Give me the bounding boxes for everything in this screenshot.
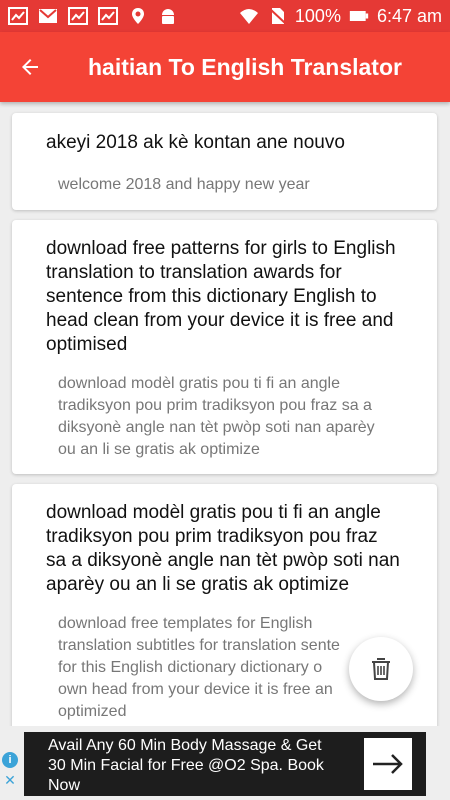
- ad-content[interactable]: Avail Any 60 Min Body Massage & Get 30 M…: [24, 732, 426, 796]
- battery-icon: [349, 11, 369, 21]
- translation-line: tradiksyon pou prim tradiksyon pou fraz …: [58, 397, 372, 414]
- source-line: download modèl gratis pou ti fi an angle: [46, 502, 381, 523]
- translation-list: akeyi 2018 ak kè kontan ane nouvo welcom…: [0, 102, 450, 726]
- translation-line: translation subtitles for translation se…: [58, 637, 340, 654]
- source-line: aparèy ou an li se gratis ak optimize: [46, 574, 350, 595]
- ad-info-icon[interactable]: i: [2, 752, 18, 768]
- chart-icon: [98, 7, 118, 25]
- source-line: sentence from this dictionary English to: [46, 286, 377, 307]
- translation-text: welcome 2018 and happy new year: [12, 155, 437, 196]
- translation-card[interactable]: download free patterns for girls to Engl…: [12, 220, 437, 474]
- source-text: download free patterns for girls to Engl…: [12, 220, 437, 357]
- ad-text[interactable]: Avail Any 60 Min Body Massage & Get 30 M…: [48, 736, 358, 796]
- source-line: optimised: [46, 334, 128, 355]
- translation-line: for this English dictionary dictionary o: [58, 659, 323, 676]
- ad-line: Avail Any 60 Min Body Massage & Get: [48, 737, 322, 754]
- location-icon: [132, 8, 144, 24]
- translation-line: download free templates for English: [58, 615, 313, 632]
- status-bar: 100% 6:47 am: [0, 0, 450, 32]
- ad-line: 30 Min Facial for Free @O2 Spa. Book: [48, 757, 324, 774]
- translation-text: download modèl gratis pou ti fi an angle…: [12, 357, 437, 461]
- translation-line: own head from your device it is free an: [58, 681, 333, 698]
- translation-line: optimized: [58, 703, 127, 720]
- translation-card[interactable]: akeyi 2018 ak kè kontan ane nouvo welcom…: [12, 113, 437, 210]
- arrow-right-icon: [373, 754, 403, 774]
- source-line: head clean from your device it is free a…: [46, 310, 394, 331]
- chart-icon: [8, 7, 28, 25]
- arrow-back-icon: [22, 59, 38, 75]
- page-title: haitian To English Translator: [88, 53, 402, 80]
- battery-level: 100%: [294, 5, 341, 26]
- delete-button[interactable]: [349, 637, 413, 701]
- translation-line: welcome 2018 and happy new year: [58, 176, 310, 193]
- ad-banner: Avail Any 60 Min Body Massage & Get 30 M…: [0, 726, 450, 800]
- no-sim-icon: [269, 8, 286, 24]
- source-line: sa a diksyonè angle nan tèt pwòp soti na…: [46, 550, 400, 571]
- source-line: translation to translation awards for: [46, 262, 342, 283]
- translation-line: diksyonè angle nan tèt pwòp soti nan apa…: [58, 419, 375, 436]
- chart-icon: [68, 7, 88, 25]
- gmail-icon: [39, 9, 57, 23]
- ad-line: Now: [48, 777, 81, 794]
- wifi-icon: [239, 9, 258, 24]
- back-button[interactable]: [0, 32, 60, 102]
- android-icon: [162, 9, 174, 24]
- source-line: akeyi 2018 ak kè kontan ane nouvo: [46, 132, 345, 153]
- trash-icon: [372, 658, 390, 680]
- ad-open-button[interactable]: [364, 738, 412, 790]
- clock: 6:47 am: [376, 5, 442, 26]
- translation-line: ou an li se gratis ak optimize: [58, 441, 260, 458]
- source-line: download free patterns for girls to Engl…: [46, 238, 396, 259]
- source-text: download modèl gratis pou ti fi an angle…: [12, 484, 437, 597]
- translation-line: download modèl gratis pou ti fi an angle: [58, 375, 340, 392]
- source-line: tradiksyon pou prim tradiksyon pou fraz: [46, 526, 378, 547]
- ad-close-icon[interactable]: ✕: [2, 772, 18, 788]
- source-text: akeyi 2018 ak kè kontan ane nouvo: [12, 113, 437, 155]
- app-bar: haitian To English Translator: [0, 32, 450, 102]
